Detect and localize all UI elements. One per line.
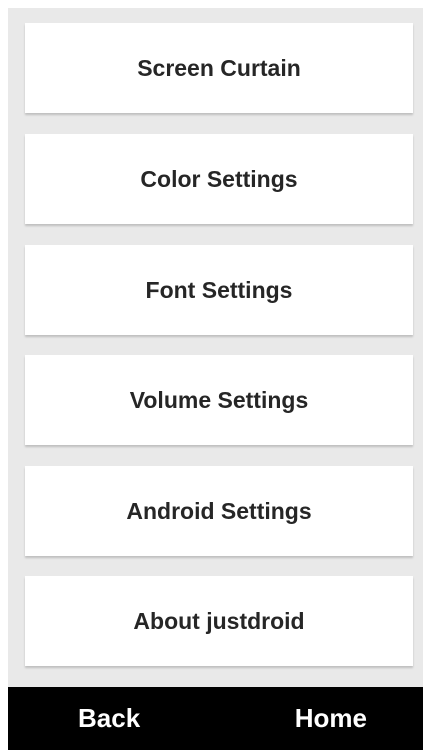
color-settings-button[interactable]: Color Settings xyxy=(25,134,413,224)
volume-settings-label: Volume Settings xyxy=(129,386,309,413)
font-settings-button[interactable]: Font Settings xyxy=(25,245,413,335)
screen-curtain-button[interactable]: Screen Curtain xyxy=(25,23,413,113)
screen-curtain-label: Screen Curtain xyxy=(137,54,301,81)
android-settings-label: Android Settings xyxy=(126,497,312,524)
color-settings-label: Color Settings xyxy=(140,165,298,192)
app-screen: Screen Curtain Color Settings Font Setti… xyxy=(8,8,423,750)
volume-settings-button[interactable]: Volume Settings xyxy=(25,355,413,445)
bottom-navigation-bar: Back Home xyxy=(8,687,423,750)
back-button[interactable]: Back xyxy=(78,703,140,734)
about-justdroid-button[interactable]: About justdroid xyxy=(25,576,413,666)
android-settings-button[interactable]: Android Settings xyxy=(25,466,413,556)
settings-menu-list: Screen Curtain Color Settings Font Setti… xyxy=(8,8,423,687)
about-justdroid-label: About justdroid xyxy=(133,607,305,634)
home-button[interactable]: Home xyxy=(295,703,367,734)
font-settings-label: Font Settings xyxy=(145,276,293,303)
